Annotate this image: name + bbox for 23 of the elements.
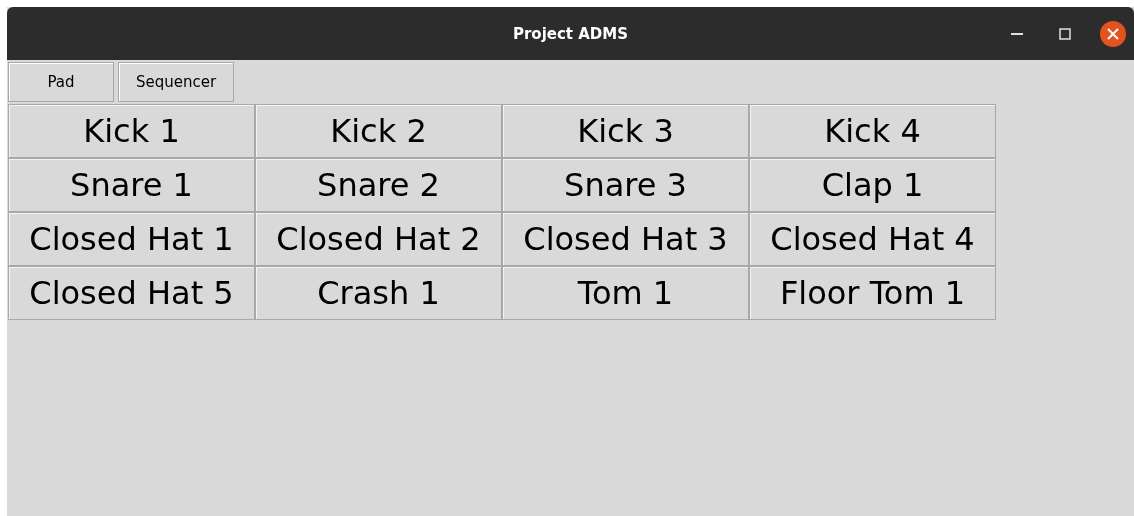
sound-button[interactable]: Snare 3 (502, 158, 749, 212)
sound-button[interactable]: Clap 1 (749, 158, 996, 212)
sound-button[interactable]: Closed Hat 1 (8, 212, 255, 266)
window-title: Project ADMS (512, 24, 629, 43)
sound-button[interactable]: Snare 2 (255, 158, 502, 212)
sound-button[interactable]: Floor Tom 1 (749, 266, 996, 320)
sound-button[interactable]: Closed Hat 4 (749, 212, 996, 266)
sound-button[interactable]: Crash 1 (255, 266, 502, 320)
sound-button[interactable]: Snare 1 (8, 158, 255, 212)
minimize-icon (1011, 32, 1023, 35)
sound-button[interactable]: Kick 3 (502, 104, 749, 158)
sound-button[interactable]: Closed Hat 2 (255, 212, 502, 266)
maximize-icon (1059, 27, 1071, 40)
sound-button[interactable]: Kick 1 (8, 104, 255, 158)
close-button[interactable] (1100, 20, 1126, 47)
tab-button[interactable]: Sequencer (118, 62, 235, 102)
sound-button[interactable]: Kick 2 (255, 104, 502, 158)
tab-button[interactable]: Pad (8, 62, 114, 102)
close-icon (1107, 27, 1119, 40)
sound-button[interactable]: Closed Hat 3 (502, 212, 749, 266)
sound-button[interactable]: Closed Hat 5 (8, 266, 255, 320)
sound-button[interactable]: Tom 1 (502, 266, 749, 320)
sound-button[interactable]: Kick 4 (749, 104, 996, 158)
